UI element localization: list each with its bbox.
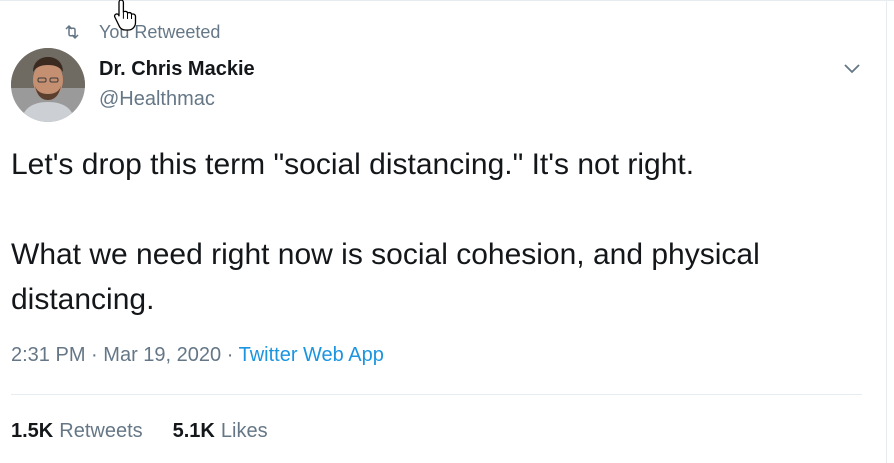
meta-separator: · — [91, 344, 98, 366]
likes-count: 5.1K — [172, 420, 215, 442]
tweet-paragraph-1: Let's drop this term "social distancing.… — [11, 148, 695, 181]
right-border — [886, 0, 887, 463]
tweet-text: Let's drop this term "social distancing.… — [11, 142, 877, 322]
avatar[interactable] — [11, 48, 85, 122]
meta-separator: · — [226, 344, 234, 366]
tweet-time[interactable]: 2:31 PM — [11, 344, 85, 366]
divider — [11, 394, 862, 395]
retweet-context: You Retweeted — [63, 20, 220, 44]
tweet-source-link[interactable]: Twitter Web App — [239, 344, 384, 366]
retweets-label: Retweets — [59, 420, 143, 442]
chevron-down-icon[interactable] — [840, 56, 864, 80]
retweets-count: 1.5K — [11, 420, 54, 442]
author-name[interactable]: Dr. Chris Mackie — [99, 58, 255, 81]
likes-stat[interactable]: 5.1K Likes — [173, 420, 268, 443]
tweet-meta: 2:31 PM · Mar 19, 2020 · Twitter Web App — [11, 344, 384, 367]
likes-label: Likes — [220, 420, 268, 442]
tweet-date[interactable]: Mar 19, 2020 — [103, 344, 221, 366]
tweet-stats: 1.5K Retweets 5.1K Likes — [11, 420, 298, 443]
tweet-paragraph-2: What we need right now is social cohesio… — [11, 238, 760, 316]
hand-cursor-icon — [113, 0, 137, 31]
retweet-icon — [65, 24, 79, 40]
author-handle[interactable]: @Healthmac — [99, 88, 215, 111]
retweets-stat[interactable]: 1.5K Retweets — [11, 420, 143, 443]
